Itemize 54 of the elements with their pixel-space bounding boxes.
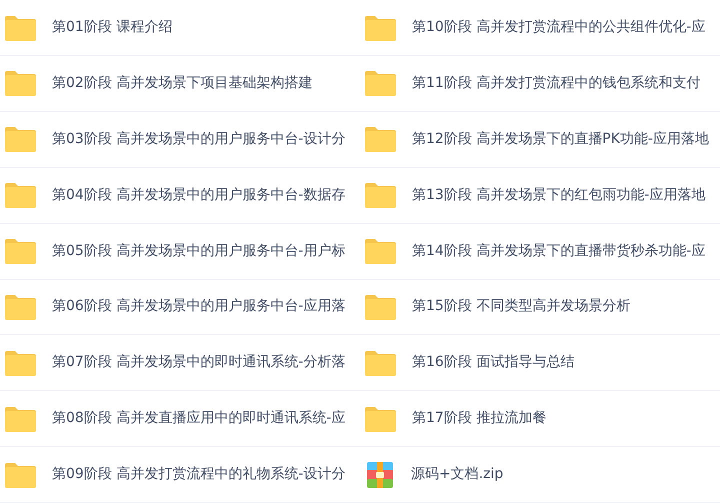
folder-icon	[364, 350, 397, 376]
file-name: 第01阶段 课程介绍	[52, 18, 172, 37]
folder-icon	[364, 70, 397, 96]
folder-icon	[4, 406, 37, 432]
folder-icon	[364, 182, 397, 208]
file-item[interactable]: 第07阶段 高并发场景中的即时通讯系统-分析落	[0, 335, 360, 392]
file-name: 第02阶段 高并发场景下项目基础架构搭建	[52, 74, 312, 93]
folder-icon	[4, 238, 37, 264]
folder-icon	[364, 14, 397, 40]
folder-icon	[4, 462, 37, 488]
folder-icon	[364, 406, 397, 432]
file-item[interactable]: 第08阶段 高并发直播应用中的即时通讯系统-应	[0, 391, 360, 448]
file-item[interactable]: 第17阶段 推拉流加餐	[360, 391, 720, 448]
file-name: 第16阶段 面试指导与总结	[412, 353, 574, 372]
archive-icon	[367, 462, 393, 488]
file-item[interactable]: 第04阶段 高并发场景中的用户服务中台-数据存	[0, 168, 360, 224]
file-item[interactable]: 第05阶段 高并发场景中的用户服务中台-用户标	[0, 224, 360, 280]
file-item[interactable]: 第09阶段 高并发打赏流程中的礼物系统-设计分	[0, 447, 360, 503]
file-name: 第04阶段 高并发场景中的用户服务中台-数据存	[52, 186, 346, 205]
file-name: 第15阶段 不同类型高并发场景分析	[412, 297, 630, 316]
file-item[interactable]: 第11阶段 高并发打赏流程中的钱包系统和支付	[360, 56, 720, 112]
file-name: 第12阶段 高并发场景下的直播PK功能-应用落地	[412, 130, 709, 149]
file-name: 第03阶段 高并发场景中的用户服务中台-设计分	[52, 130, 346, 149]
file-item[interactable]: 第06阶段 高并发场景中的用户服务中台-应用落	[0, 279, 360, 336]
file-item[interactable]: 第14阶段 高并发场景下的直播带货秒杀功能-应	[360, 224, 720, 280]
file-item[interactable]: 第15阶段 不同类型高并发场景分析	[360, 279, 720, 336]
file-name: 第11阶段 高并发打赏流程中的钱包系统和支付	[412, 74, 700, 93]
file-name: 第10阶段 高并发打赏流程中的公共组件优化-应	[412, 18, 706, 37]
folder-icon	[4, 14, 37, 40]
file-item[interactable]: 第01阶段 课程介绍	[0, 0, 360, 56]
file-item[interactable]: 第16阶段 面试指导与总结	[360, 335, 720, 392]
file-name: 第17阶段 推拉流加餐	[412, 409, 546, 428]
file-name: 第06阶段 高并发场景中的用户服务中台-应用落	[52, 297, 346, 316]
folder-icon	[4, 70, 37, 96]
folder-icon	[4, 182, 37, 208]
folder-icon	[364, 126, 397, 152]
file-name: 第07阶段 高并发场景中的即时通讯系统-分析落	[52, 353, 346, 372]
file-item[interactable]: 第10阶段 高并发打赏流程中的公共组件优化-应	[360, 0, 720, 56]
folder-icon	[4, 294, 37, 320]
folder-icon	[364, 238, 397, 264]
file-name: 第05阶段 高并发场景中的用户服务中台-用户标	[52, 242, 346, 261]
folder-icon	[4, 350, 37, 376]
file-item[interactable]: 第03阶段 高并发场景中的用户服务中台-设计分	[0, 112, 360, 168]
file-name: 第13阶段 高并发场景下的红包雨功能-应用落地	[412, 186, 706, 205]
file-item[interactable]: 第13阶段 高并发场景下的红包雨功能-应用落地	[360, 168, 720, 224]
file-item[interactable]: 第02阶段 高并发场景下项目基础架构搭建	[0, 56, 360, 112]
file-name: 源码+文档.zip	[411, 465, 504, 484]
file-name: 第14阶段 高并发场景下的直播带货秒杀功能-应	[412, 242, 706, 261]
file-item[interactable]: 源码+文档.zip	[360, 447, 720, 503]
folder-icon	[364, 294, 397, 320]
file-item[interactable]: 第12阶段 高并发场景下的直播PK功能-应用落地	[360, 112, 720, 168]
file-name: 第09阶段 高并发打赏流程中的礼物系统-设计分	[52, 465, 346, 484]
file-name: 第08阶段 高并发直播应用中的即时通讯系统-应	[52, 409, 346, 428]
folder-icon	[4, 126, 37, 152]
